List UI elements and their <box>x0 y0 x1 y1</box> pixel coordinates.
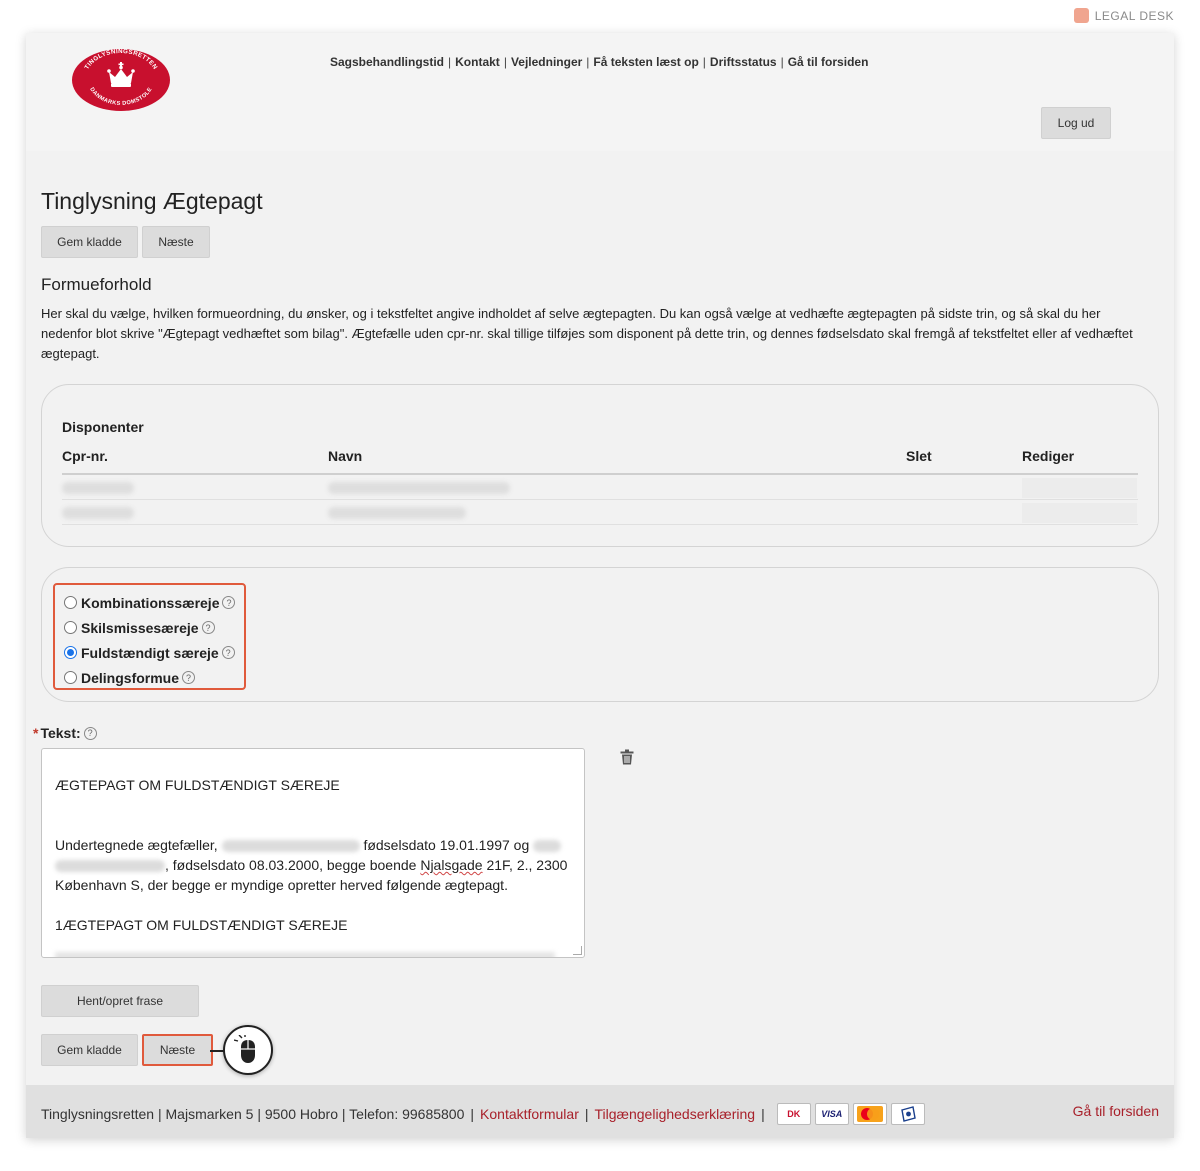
footer-address: Tinglysningsretten | Majsmarken 5 | 9500… <box>41 1106 465 1122</box>
ta-section-heading: 1ÆGTEPAGT OM FULDSTÆNDIGT SÆREJE <box>55 917 348 933</box>
logout-button[interactable]: Log ud <box>1041 107 1111 139</box>
tekst-label: * Tekst: ? <box>33 725 97 741</box>
redacted-name <box>328 507 466 519</box>
tekst-textarea[interactable]: ÆGTEPAGT OM FULDSTÆNDIGT SÆREJE Underteg… <box>41 748 585 958</box>
table-header-rule <box>62 473 1138 475</box>
spellcheck-word: Njalsgade <box>420 857 483 873</box>
trash-icon[interactable] <box>620 749 634 765</box>
ta-paragraph: Undertegnede ægtefæller, fødselsdato 19.… <box>55 837 568 893</box>
dankort-icon: DK <box>776 1103 811 1125</box>
redacted-name <box>55 860 165 873</box>
redacted-name <box>221 840 360 853</box>
help-icon[interactable]: ? <box>182 671 196 684</box>
col-slet: Slet <box>906 448 932 464</box>
payment-cards: DK VISA <box>776 1103 925 1125</box>
mouse-click-icon <box>223 1025 273 1075</box>
nav-sagsbehandlingstid[interactable]: Sagsbehandlingstid <box>330 55 444 69</box>
nav-kontakt[interactable]: Kontakt <box>455 55 500 69</box>
maestro-icon <box>890 1103 925 1125</box>
site-footer: Tinglysningsretten | Majsmarken 5 | 9500… <box>26 1085 1174 1138</box>
radio-skilsmissesaereje[interactable] <box>64 621 77 634</box>
radio-delingsformue[interactable] <box>64 671 77 684</box>
legal-desk-brand: LEGAL DESK <box>1073 8 1174 23</box>
nav-driftsstatus[interactable]: Driftsstatus <box>710 55 777 69</box>
callout-connector <box>210 1050 224 1052</box>
disponenter-title: Disponenter <box>62 419 144 435</box>
redacted-cpr <box>62 482 134 494</box>
mastercard-icon <box>852 1103 887 1125</box>
save-draft-button-top[interactable]: Gem kladde <box>41 226 138 258</box>
nav-forside[interactable]: Gå til forsiden <box>788 55 869 69</box>
col-cpr: Cpr-nr. <box>62 448 108 464</box>
browser-frame: TINGLYSNINGSRETTEN DANMARKS DOMSTOLE Sag… <box>26 33 1174 1138</box>
radio-fuldstaendigt-saereje[interactable] <box>64 646 77 659</box>
formueordning-radio-group: Kombinationssæreje ? Skilsmissesæreje ? … <box>53 583 246 690</box>
legal-desk-icon <box>1073 8 1089 23</box>
option-skilsmissesaereje[interactable]: Skilsmissesæreje ? <box>64 615 244 640</box>
radio-kombinationssaereje[interactable] <box>64 596 77 609</box>
option-kombinationssaereje[interactable]: Kombinationssæreje ? <box>64 590 244 615</box>
redacted-cpr <box>62 507 134 519</box>
nav-laes-op[interactable]: Få teksten læst op <box>593 55 698 69</box>
redacted-name <box>533 840 562 853</box>
legal-desk-label: LEGAL DESK <box>1094 8 1174 23</box>
page-title: Tinglysning Ægtepagt <box>41 188 263 214</box>
col-navn: Navn <box>328 448 363 464</box>
top-navigation: Sagsbehandlingstid | Kontakt | Vejledninger |… <box>330 55 869 69</box>
visa-icon: VISA <box>814 1103 849 1125</box>
footer-front-page-link[interactable]: Gå til forsiden <box>1073 1103 1159 1119</box>
help-icon[interactable]: ? <box>222 596 236 609</box>
help-icon[interactable]: ? <box>201 621 215 634</box>
table-row <box>62 476 1138 500</box>
edit-cell[interactable] <box>1022 503 1137 523</box>
bottom-actions: Gem kladde Næste <box>41 1034 213 1066</box>
site-header: TINGLYSNINGSRETTEN DANMARKS DOMSTOLE Sag… <box>26 33 1174 151</box>
nav-vejledninger[interactable]: Vejledninger <box>511 55 582 69</box>
ta-overflow-text <box>55 952 555 957</box>
resize-handle[interactable] <box>573 946 582 955</box>
formueordning-panel: Kombinationssæreje ? Skilsmissesæreje ? … <box>41 567 1159 702</box>
save-draft-button-bottom[interactable]: Gem kladde <box>41 1034 138 1066</box>
table-row <box>62 501 1138 525</box>
tinglysningsretten-logo[interactable]: TINGLYSNINGSRETTEN DANMARKS DOMSTOLE <box>71 42 171 112</box>
help-icon[interactable]: ? <box>83 726 97 740</box>
ta-heading: ÆGTEPAGT OM FULDSTÆNDIGT SÆREJE <box>55 777 340 793</box>
main-content: Tinglysning Ægtepagt Gem kladde Næste Fo… <box>26 151 1174 1085</box>
edit-cell[interactable] <box>1022 478 1137 498</box>
disponenter-panel: Disponenter Cpr-nr. Navn Slet Rediger <box>41 384 1159 547</box>
next-button-top[interactable]: Næste <box>142 226 210 258</box>
redacted-name <box>328 482 510 494</box>
section-title: Formueforhold <box>41 275 152 294</box>
section-description: Her skal du vælge, hvilken formueordning… <box>41 306 1133 361</box>
help-icon[interactable]: ? <box>221 646 235 659</box>
col-rediger: Rediger <box>1022 448 1075 464</box>
option-delingsformue[interactable]: Delingsformue ? <box>64 665 244 690</box>
accessibility-link[interactable]: Tilgængelighedserklæring <box>595 1106 756 1122</box>
option-fuldstaendigt-saereje[interactable]: Fuldstændigt særeje ? <box>64 640 244 665</box>
hent-opret-frase-button[interactable]: Hent/opret frase <box>41 985 199 1017</box>
contact-form-link[interactable]: Kontaktformular <box>480 1106 579 1122</box>
footer-info: Tinglysningsretten | Majsmarken 5 | 9500… <box>41 1103 925 1125</box>
next-button-bottom[interactable]: Næste <box>142 1034 213 1066</box>
required-marker: * <box>33 725 39 741</box>
top-actions: Gem kladde Næste <box>41 226 210 258</box>
